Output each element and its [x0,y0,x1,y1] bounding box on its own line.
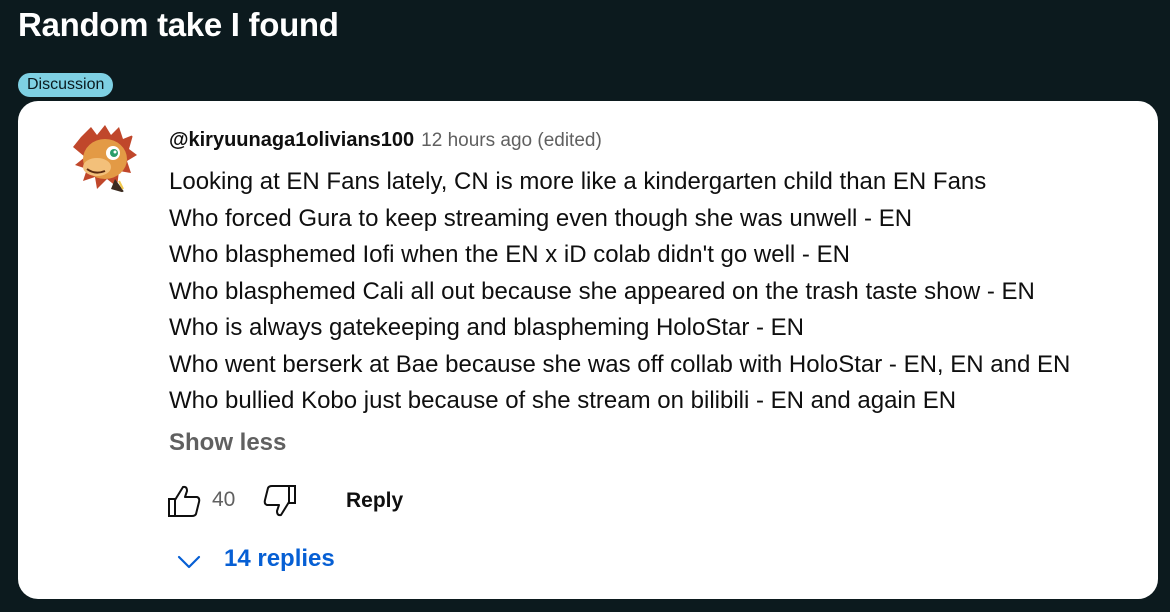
like-button[interactable] [166,483,202,519]
comment-line: Looking at EN Fans lately, CN is more li… [169,168,987,195]
comment-line: Who bullied Kobo just because of she str… [169,387,957,414]
chevron-down-icon [177,555,201,569]
comment-line: Who blasphemed Cali all out because she … [169,277,1035,305]
comment-line: Who blasphemed Iofi when the EN x iD col… [169,241,850,268]
thumbs-up-icon [168,485,201,517]
comment-timestamp[interactable]: 12 hours ago (edited) [421,130,602,151]
comment-line: Who is always gatekeeping and blasphemin… [169,314,805,341]
replies-count-label[interactable]: 14 replies [224,545,335,573]
like-count: 40 [212,488,236,511]
comment-meta: @kiryuunaga1olivians100 12 hours ago (edi… [169,129,602,152]
comment-line: Who went berserk at Bae because she was … [169,350,1071,378]
flair-badge[interactable]: Discussion [18,73,114,97]
comment-line: Who forced Gura to keep streaming even t… [169,204,913,232]
comment-card: @kiryuunaga1olivians100 12 hours ago (edi… [18,101,1158,599]
dislike-button[interactable] [262,483,298,519]
reply-button[interactable]: Reply [346,489,403,513]
avatar[interactable] [67,123,141,197]
comment-actions: 40 Reply [166,483,566,519]
dragon-avatar-icon [67,123,141,197]
post-title[interactable]: Random take I found [18,6,339,44]
thumbs-down-icon [263,485,296,517]
show-less-button[interactable]: Show less [169,429,286,457]
comment-author[interactable]: @kiryuunaga1olivians100 [169,129,414,151]
comment-body: Looking at EN Fans lately, CN is more li… [169,167,1070,423]
